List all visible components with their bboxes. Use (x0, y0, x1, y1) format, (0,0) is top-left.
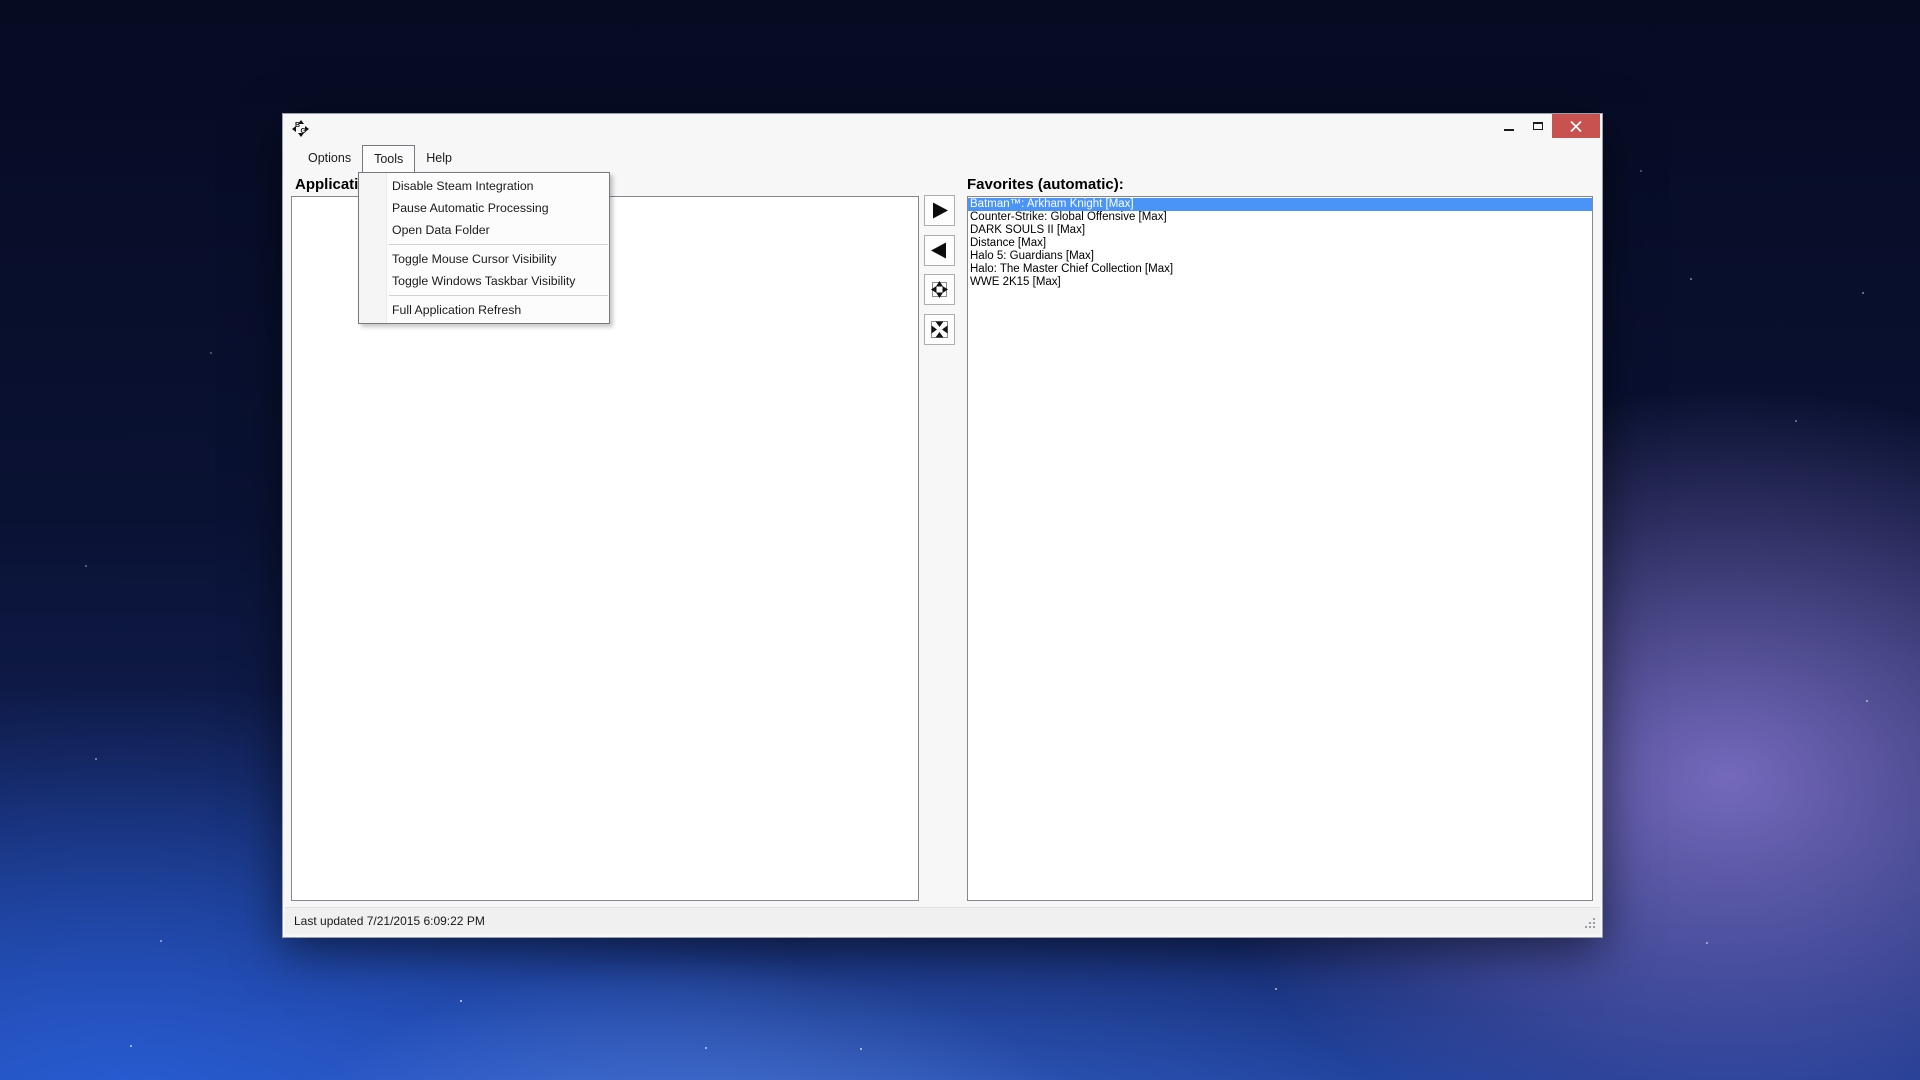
favorite-item[interactable]: Halo: The Master Chief Collection [Max] (968, 263, 1592, 276)
menu-help[interactable]: Help (415, 145, 463, 172)
favorite-item[interactable]: Halo 5: Guardians [Max] (968, 250, 1592, 263)
favorite-item[interactable]: Counter-Strike: Global Offensive [Max] (968, 211, 1592, 224)
menu-bar: Options Tools Help (285, 145, 1600, 172)
expand-arrows-icon (931, 281, 948, 298)
caption-buttons (1494, 114, 1600, 138)
menu-item-full-application-refresh[interactable]: Full Application Refresh (359, 299, 609, 321)
right-arrow-icon (933, 202, 948, 219)
favorite-item[interactable]: Batman™: Arkham Knight [Max] (968, 198, 1592, 211)
resize-grip[interactable] (1593, 926, 1595, 928)
menu-item-toggle-windows-taskbar-visibility[interactable]: Toggle Windows Taskbar Visibility (359, 270, 609, 292)
menu-separator (389, 295, 608, 296)
remove-from-favorites-button[interactable] (924, 235, 955, 266)
menu-item-disable-steam-integration[interactable]: Disable Steam Integration (359, 175, 609, 197)
favorite-item[interactable]: WWE 2K15 [Max] (968, 276, 1592, 289)
make-borderless-button[interactable] (924, 274, 955, 305)
icon-letter-b: B (295, 122, 301, 129)
close-button[interactable] (1552, 114, 1600, 138)
icon-letter-g: G (300, 128, 306, 135)
minimize-button[interactable] (1494, 114, 1523, 138)
menu-options[interactable]: Options (297, 145, 362, 172)
desktop-wallpaper: B G Options Tools Help Disable Steam Int… (0, 0, 1920, 1080)
maximize-icon (1532, 122, 1543, 130)
borderless-gaming-app-icon: B G (292, 120, 309, 137)
favorites-header: Favorites (automatic): (967, 176, 1124, 193)
menu-tools[interactable]: Tools (362, 145, 416, 172)
app-window: B G Options Tools Help Disable Steam Int… (282, 113, 1603, 938)
restore-window-button[interactable] (924, 314, 955, 345)
favorites-listbox[interactable]: Batman™: Arkham Knight [Max] Counter-Stri… (967, 196, 1593, 901)
minimize-icon (1503, 128, 1514, 131)
maximize-button[interactable] (1523, 114, 1552, 138)
favorite-item[interactable]: DARK SOULS II [Max] (968, 224, 1592, 237)
add-to-favorites-button[interactable] (924, 195, 955, 226)
contract-arrows-icon (931, 321, 948, 338)
status-bar: Last updated 7/21/2015 6:09:22 PM (285, 907, 1600, 934)
menu-separator (389, 244, 608, 245)
menu-item-open-data-folder[interactable]: Open Data Folder (359, 219, 609, 241)
menu-item-pause-automatic-processing[interactable]: Pause Automatic Processing (359, 197, 609, 219)
status-text: Last updated 7/21/2015 6:09:22 PM (294, 914, 485, 928)
favorite-item[interactable]: Distance [Max] (968, 237, 1592, 250)
left-arrow-icon (931, 242, 946, 259)
close-icon (1570, 120, 1582, 132)
tools-dropdown-menu: Disable Steam Integration Pause Automatic… (358, 172, 610, 324)
titlebar[interactable]: B G (283, 114, 1602, 146)
menu-item-toggle-mouse-cursor-visibility[interactable]: Toggle Mouse Cursor Visibility (359, 248, 609, 270)
